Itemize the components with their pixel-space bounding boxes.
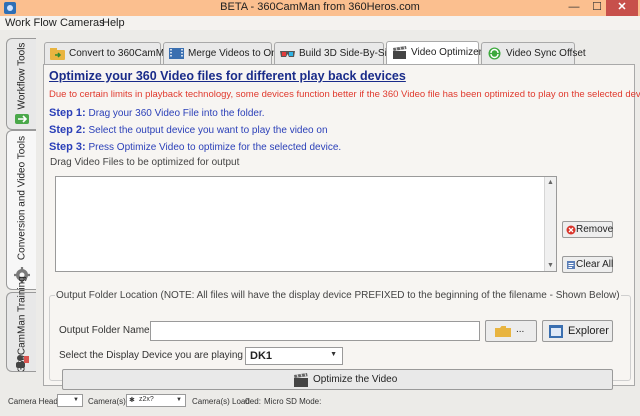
output-folder-name-label: Output Folder Name: bbox=[59, 325, 153, 336]
tab-label: Video Sync Offset bbox=[506, 48, 586, 59]
clear-all-label: Clear All bbox=[576, 259, 614, 270]
optimize-video-label: Optimize the Video bbox=[313, 374, 398, 385]
title-bar: BETA - 360CamMan from 360Heros.com — ☐ ✕ bbox=[0, 0, 640, 16]
step-number: Step 2: bbox=[49, 124, 86, 136]
step-2: Step 2: Select the output device you wan… bbox=[49, 124, 328, 136]
video-file-list[interactable]: ▲ ▼ bbox=[55, 176, 557, 272]
status-bar: Camera Head: ▼ Camera(s): ✱ z2x? ▼ Camer… bbox=[0, 390, 640, 416]
tab-merge-videos[interactable]: Merge Videos to One bbox=[163, 42, 282, 64]
tab-label: Video Optimizer bbox=[411, 47, 482, 58]
clapperboard-icon bbox=[294, 373, 308, 387]
scroll-down-arrow-icon[interactable]: ▼ bbox=[545, 260, 556, 271]
main-area: Convert to 360CamMan Merge Videos to One… bbox=[38, 30, 640, 390]
optimizer-heading: Optimize your 360 Video files for differ… bbox=[49, 69, 406, 83]
step-number: Step 3: bbox=[49, 141, 86, 153]
output-folder-legend: Output Folder Location (NOTE: All files … bbox=[55, 290, 621, 301]
remove-label: Remove bbox=[576, 224, 614, 235]
step-3: Step 3: Press Optimize Video to optimize… bbox=[49, 141, 341, 153]
step-number: Step 1: bbox=[49, 107, 86, 119]
clear-all-button[interactable]: Clear All bbox=[562, 256, 613, 273]
close-button[interactable]: ✕ bbox=[606, 0, 638, 16]
convert-icon bbox=[50, 48, 65, 60]
clapperboard-icon bbox=[393, 46, 407, 59]
chevron-down-icon: ▼ bbox=[330, 351, 337, 358]
video-optimizer-panel: Optimize your 360 Video files for differ… bbox=[43, 64, 640, 390]
window-title: BETA - 360CamMan from 360Heros.com bbox=[220, 1, 420, 13]
list-scrollbar[interactable]: ▲ ▼ bbox=[544, 177, 556, 271]
explorer-label: Explorer bbox=[568, 325, 609, 337]
tab-label: Merge Videos to One bbox=[188, 48, 283, 59]
display-device-select[interactable]: DK1 ▼ bbox=[245, 347, 343, 365]
training-icon bbox=[16, 355, 29, 368]
browse-label: ... bbox=[516, 324, 525, 335]
tab-label: Convert to 360CamMan bbox=[69, 48, 176, 59]
camera-head-select[interactable]: ▼ bbox=[57, 394, 83, 407]
menu-cameras[interactable]: Cameras bbox=[60, 17, 105, 29]
chevron-down-icon: ▼ bbox=[176, 397, 182, 403]
tab-build-3d-side-by-side[interactable]: Build 3D Side-By-Side bbox=[274, 42, 398, 64]
side-tab-label: Workflow Tools bbox=[16, 42, 27, 110]
side-tab-training[interactable]: 360CamMan Training bbox=[6, 276, 36, 372]
workflow-icon bbox=[15, 114, 29, 124]
display-device-value: DK1 bbox=[250, 350, 273, 362]
step-text: Select the output device you want to pla… bbox=[88, 125, 328, 136]
folder-icon bbox=[495, 326, 511, 337]
step-text: Press Optimize Video to optimize for the… bbox=[88, 142, 342, 153]
clear-list-icon bbox=[567, 261, 575, 269]
tab-video-sync-offset[interactable]: Video Sync Offset bbox=[481, 42, 586, 64]
side-tab-conversion-video-tools[interactable]: Conversion and Video Tools bbox=[6, 130, 36, 290]
explorer-window-icon bbox=[549, 325, 563, 338]
menu-help[interactable]: Help bbox=[102, 17, 125, 29]
cameras-select[interactable]: ✱ z2x? ▼ bbox=[126, 394, 186, 407]
side-tab-label: Conversion and Video Tools bbox=[16, 135, 27, 261]
cameras-loaded-label: Camera(s) Loaded: bbox=[192, 397, 261, 406]
explorer-button[interactable]: Explorer bbox=[542, 320, 613, 342]
optimize-video-button[interactable]: Optimize the Video bbox=[62, 369, 613, 390]
browse-folder-button[interactable]: ... bbox=[485, 320, 537, 342]
cameras-label: Camera(s): bbox=[88, 397, 129, 406]
menu-work-flow[interactable]: Work Flow bbox=[5, 17, 57, 29]
cameras-value: z2x? bbox=[139, 396, 154, 403]
film-icon bbox=[169, 48, 184, 59]
cameras-loaded-value: 0 bbox=[245, 397, 250, 406]
scroll-up-arrow-icon[interactable]: ▲ bbox=[545, 177, 556, 188]
micro-sd-mode-label: Micro SD Mode: bbox=[264, 397, 322, 406]
remove-icon bbox=[566, 225, 576, 235]
remove-button[interactable]: Remove bbox=[562, 221, 613, 238]
side-tab-strip: Workflow Tools Conversion and Video Tool… bbox=[0, 30, 38, 390]
playback-notice: Due to certain limits in playback techno… bbox=[49, 89, 640, 100]
step-1: Step 1: Drag your 360 Video File into th… bbox=[49, 107, 265, 119]
tab-label: Build 3D Side-By-Side bbox=[299, 48, 398, 59]
minimize-button[interactable]: — bbox=[562, 0, 586, 16]
side-tab-workflow-tools[interactable]: Workflow Tools bbox=[6, 38, 36, 130]
3d-glasses-icon bbox=[280, 51, 295, 57]
tab-video-optimizer[interactable]: Video Optimizer bbox=[386, 41, 482, 64]
drag-files-label: Drag Video Files to be optimized for out… bbox=[50, 157, 240, 168]
menu-bar: Work Flow Cameras Help bbox=[0, 16, 640, 30]
tab-convert-to-360camman[interactable]: Convert to 360CamMan bbox=[44, 42, 175, 64]
output-folder-input[interactable] bbox=[150, 321, 480, 341]
display-device-label: Select the Display Device you are playin… bbox=[59, 350, 260, 361]
camera-head-label: Camera Head: bbox=[8, 397, 61, 406]
sync-icon bbox=[488, 47, 501, 60]
step-text: Drag your 360 Video File into the folder… bbox=[88, 108, 265, 119]
camera-status-icon: ✱ bbox=[129, 397, 135, 404]
chevron-down-icon: ▼ bbox=[73, 397, 79, 403]
